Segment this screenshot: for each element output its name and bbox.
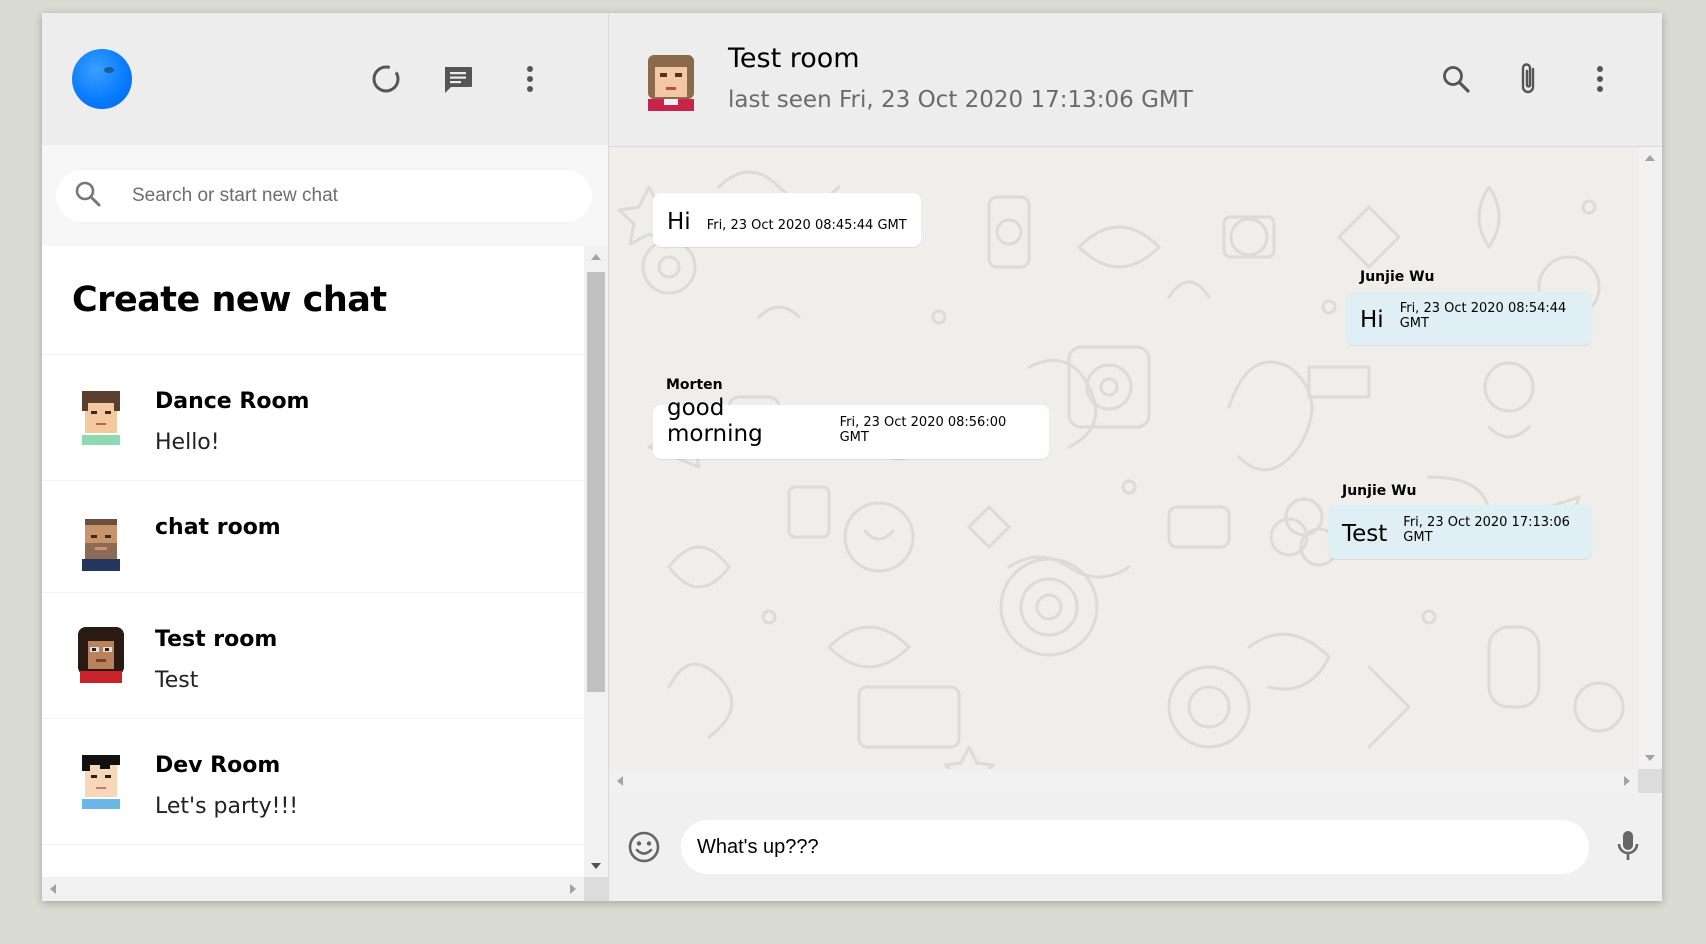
message-timestamp: Fri, 23 Oct 2020 08:56:00 GMT bbox=[839, 415, 1007, 445]
message-text: good morning bbox=[667, 395, 763, 447]
chat-list-item[interactable]: chat room bbox=[42, 481, 608, 593]
sidebar-header bbox=[42, 13, 608, 145]
sidebar-horizontal-scrollbar[interactable] bbox=[42, 877, 584, 901]
chat-list: Create new chat Dance Room Hello! chat r… bbox=[42, 246, 608, 901]
emoji-icon[interactable] bbox=[627, 830, 661, 868]
avatar-man-brown-hair-icon bbox=[76, 389, 126, 445]
message-sender: Junjie Wu bbox=[1342, 483, 1417, 499]
chat-last-message: Hello! bbox=[155, 430, 220, 455]
search-input[interactable] bbox=[130, 183, 554, 208]
chat-name: Test room bbox=[155, 627, 278, 652]
status-icon[interactable] bbox=[368, 61, 404, 97]
message-bubble[interactable]: good morning Fri, 23 Oct 2020 08:56:00 G… bbox=[653, 395, 1049, 459]
avatar[interactable] bbox=[72, 49, 132, 109]
message-text: Hi bbox=[1360, 307, 1384, 333]
more-vert-icon[interactable] bbox=[512, 61, 548, 97]
avatar-boy-black-hair-icon bbox=[76, 753, 126, 809]
scrollbar-thumb[interactable] bbox=[587, 272, 605, 692]
message-bubble[interactable]: Hi Fri, 23 Oct 2020 08:45:44 GMT bbox=[653, 193, 921, 247]
chat-name: Dance Room bbox=[155, 389, 310, 414]
message-bubble[interactable]: Hi Fri, 23 Oct 2020 08:54:44 GMT bbox=[1346, 291, 1592, 345]
message-area: Hi Fri, 23 Oct 2020 08:45:44 GMT Junjie … bbox=[609, 147, 1662, 793]
message-text: Test bbox=[1342, 521, 1388, 547]
scrollbar-corner bbox=[584, 877, 608, 901]
attach-icon[interactable] bbox=[1510, 61, 1546, 97]
message-input-container bbox=[681, 820, 1589, 874]
chat-last-message: Let's party!!! bbox=[155, 794, 299, 819]
create-new-chat-label: Create new chat bbox=[72, 280, 387, 320]
message-area-vertical-scrollbar[interactable] bbox=[1638, 147, 1662, 769]
message-input[interactable] bbox=[695, 834, 1559, 860]
chat-header: Test room last seen Fri, 23 Oct 2020 17:… bbox=[609, 13, 1662, 147]
message-text: Hi bbox=[667, 209, 691, 235]
message-sender: Morten bbox=[666, 377, 723, 393]
chat-list-item[interactable]: Dance Room Hello! bbox=[42, 355, 608, 481]
message-timestamp: Fri, 23 Oct 2020 08:54:44 GMT bbox=[1399, 301, 1567, 331]
chat-last-message: Test bbox=[155, 668, 199, 693]
app-window: Create new chat bbox=[42, 13, 1662, 901]
search-bar-container bbox=[42, 145, 608, 246]
chat-header-actions bbox=[1438, 61, 1618, 97]
search-icon bbox=[74, 180, 102, 212]
composer-bar bbox=[609, 793, 1662, 901]
message-area-horizontal-scrollbar[interactable] bbox=[609, 769, 1638, 793]
scrollbar-corner bbox=[1638, 769, 1662, 793]
avatar-woman-dark-hair-icon bbox=[76, 627, 126, 683]
chat-name: Dev Room bbox=[155, 753, 281, 778]
message-timestamp: Fri, 23 Oct 2020 08:45:44 GMT bbox=[706, 218, 907, 233]
chat-list-item[interactable]: Test room Test bbox=[42, 593, 608, 719]
new-chat-icon[interactable] bbox=[440, 61, 476, 97]
sidebar: Create new chat bbox=[42, 13, 609, 901]
chat-list-item[interactable]: Dev Room Let's party!!! bbox=[42, 719, 608, 845]
sidebar-header-actions bbox=[368, 61, 548, 97]
chat-name: chat room bbox=[155, 515, 281, 540]
search-bar bbox=[56, 169, 592, 222]
avatar-bearded-man-icon bbox=[76, 515, 126, 571]
microphone-icon[interactable] bbox=[1616, 829, 1640, 867]
create-new-chat-button[interactable]: Create new chat bbox=[42, 246, 608, 355]
chat-panel: Test room last seen Fri, 23 Oct 2020 17:… bbox=[609, 13, 1662, 901]
message-sender: Junjie Wu bbox=[1360, 269, 1435, 285]
more-vert-icon[interactable] bbox=[1582, 61, 1618, 97]
chat-title: Test room bbox=[728, 43, 860, 74]
message-timestamp: Fri, 23 Oct 2020 17:13:06 GMT bbox=[1403, 515, 1570, 545]
message-bubble[interactable]: Test Fri, 23 Oct 2020 17:13:06 GMT bbox=[1328, 505, 1592, 559]
search-icon[interactable] bbox=[1438, 61, 1474, 97]
sidebar-vertical-scrollbar[interactable] bbox=[584, 246, 608, 877]
chat-last-seen: last seen Fri, 23 Oct 2020 17:13:06 GMT bbox=[728, 87, 1193, 113]
avatar-woman-brown-hair-icon[interactable] bbox=[644, 51, 698, 111]
